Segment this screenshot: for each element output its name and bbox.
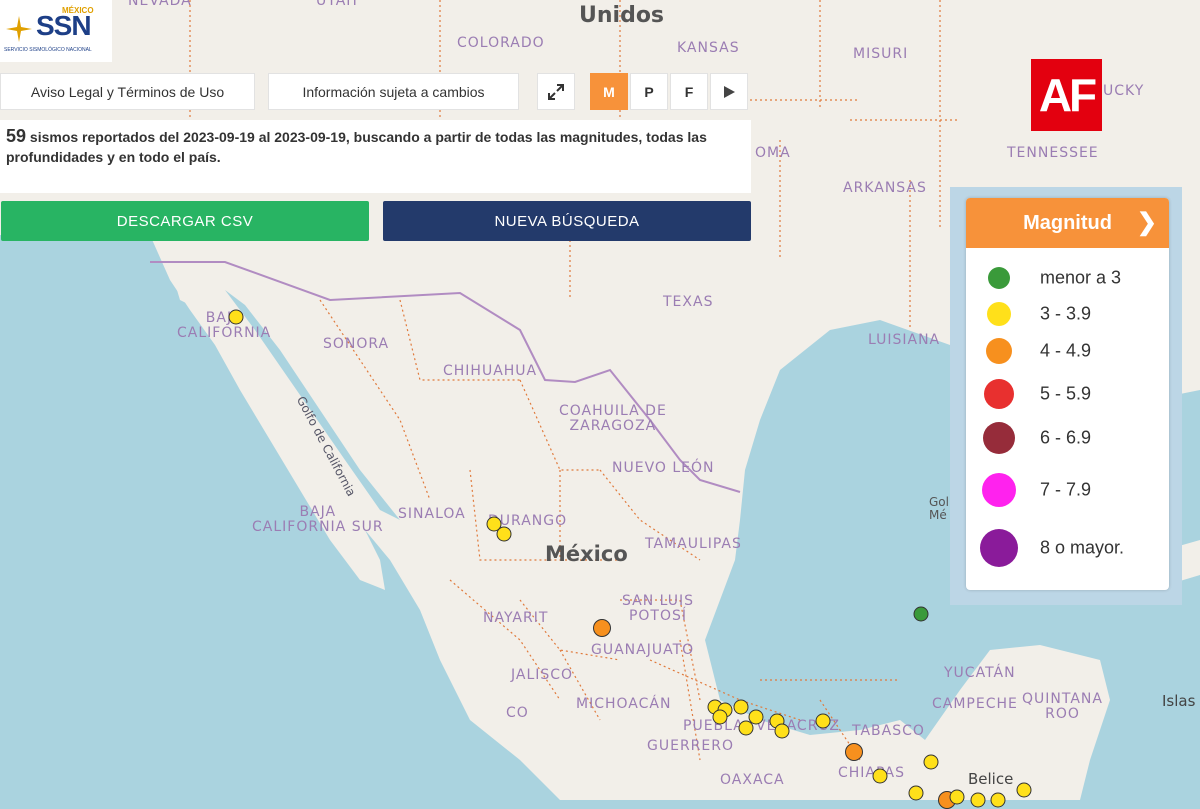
quake-count: 59 <box>6 126 27 146</box>
summary-text: sismos reportados del 2023-09-19 al 2023… <box>6 129 707 165</box>
quake-marker[interactable] <box>872 768 888 784</box>
star-logo-icon <box>6 16 32 42</box>
label-arkansas: ARKANSAS <box>843 180 927 196</box>
quake-marker[interactable] <box>970 792 986 808</box>
label-nevada: NEVADA <box>128 0 192 9</box>
label-sonora: SONORA <box>323 336 390 352</box>
download-csv-button[interactable]: DESCARGAR CSV <box>1 201 369 241</box>
legend-label: 7 - 7.9 <box>1040 479 1092 500</box>
label-nuevo-leon: NUEVO LEÓN <box>612 460 715 476</box>
quake-marker[interactable] <box>733 699 749 715</box>
label-michoacan: MICHOACÁN <box>576 696 672 712</box>
label-bcs: BAJA CALIFORNIA SUR <box>252 504 384 536</box>
quake-marker[interactable] <box>908 785 924 801</box>
expand-button[interactable] <box>537 73 575 110</box>
legend-label: 4 - 4.9 <box>1040 340 1092 361</box>
legend-label: 3 - 3.9 <box>1040 303 1092 324</box>
legend-dot-icon <box>983 422 1015 454</box>
label-tamaulipas: TAMAULIPAS <box>645 536 742 552</box>
label-guanajuato: GUANAJUATO <box>591 642 695 658</box>
quake-marker[interactable] <box>845 742 863 761</box>
label-coahuila: COAHUILA DE ZARAGOZA <box>559 403 667 435</box>
label-misuri: MISURI <box>853 46 909 62</box>
play-icon <box>724 85 735 98</box>
label-kansas: KANSAS <box>677 40 740 56</box>
legend-label: 8 o mayor. <box>1040 537 1125 558</box>
legend-dot-icon <box>986 338 1012 364</box>
label-kentucky: UCKY <box>1103 83 1145 99</box>
quake-marker[interactable] <box>712 709 728 725</box>
mode-m-button[interactable]: M <box>590 73 628 110</box>
logo-name: SSN <box>36 10 92 41</box>
label-baja-california: BAJA CALIFORNIA <box>177 310 272 342</box>
quake-marker[interactable] <box>496 526 512 542</box>
play-button[interactable] <box>710 73 748 110</box>
label-luisiana: LUISIANA <box>868 332 941 348</box>
quake-marker[interactable] <box>774 723 790 739</box>
label-texas: TEXAS <box>663 294 714 310</box>
label-oaxaca: OAXACA <box>720 772 785 788</box>
quake-marker[interactable] <box>738 720 754 736</box>
legal-terms-button[interactable]: Aviso Legal y Términos de Uso <box>0 73 255 110</box>
legend-dot-icon <box>982 473 1016 507</box>
label-colima: CO <box>506 705 529 721</box>
quake-marker[interactable] <box>949 789 965 805</box>
label-chihuahua: CHIHUAHUA <box>443 363 538 379</box>
quake-marker[interactable] <box>923 754 939 770</box>
label-sinaloa: SINALOA <box>398 506 466 522</box>
af-badge: AF <box>1031 59 1102 131</box>
mode-f-button[interactable]: F <box>670 73 708 110</box>
label-colorado: COLORADO <box>457 35 545 51</box>
label-slp: SAN LUIS POTOSÍ <box>622 593 695 625</box>
quake-marker[interactable] <box>913 606 929 622</box>
label-quintana-roo: QUINTANA ROO <box>1022 691 1103 723</box>
legend-dot-icon <box>987 302 1011 326</box>
label-golfo-mexico: Gol Mé <box>929 495 949 523</box>
new-search-button[interactable]: NUEVA BÚSQUEDA <box>383 201 751 241</box>
quake-marker[interactable] <box>1016 782 1032 798</box>
legend-label: menor a 3 <box>1040 267 1122 288</box>
label-belice: Belice <box>968 770 1014 788</box>
logo-subtitle: SERVICIO SISMOLÓGICO NACIONAL <box>4 47 92 53</box>
label-campeche: CAMPECHE <box>932 696 1018 712</box>
label-jalisco: JALISCO <box>511 667 574 683</box>
quake-marker[interactable] <box>228 309 244 325</box>
expand-icon <box>548 83 564 100</box>
label-yucatan: YUCATÁN <box>944 665 1016 681</box>
legend-dot-icon <box>980 529 1018 567</box>
label-islas: Islas <box>1162 692 1196 710</box>
label-utah: UTAH <box>316 0 358 9</box>
legend-label: 6 - 6.9 <box>1040 427 1092 448</box>
label-mexico: México <box>545 542 628 566</box>
mode-p-button[interactable]: P <box>630 73 668 110</box>
label-unidos: Unidos <box>579 3 665 28</box>
search-summary: 59 sismos reportados del 2023-09-19 al 2… <box>0 120 751 193</box>
label-tabasco: TABASCO <box>852 723 925 739</box>
label-oklahoma: OMA <box>755 145 791 161</box>
legend-item: 8 o mayor. <box>966 198 1169 567</box>
legend-dot-icon <box>988 267 1010 289</box>
quake-marker[interactable] <box>990 792 1006 808</box>
quake-marker[interactable] <box>815 713 831 729</box>
label-guerrero: GUERRERO <box>647 738 734 754</box>
info-changes-button[interactable]: Información sujeta a cambios <box>268 73 519 110</box>
legend-dot-icon <box>984 379 1014 409</box>
label-nayarit: NAYARIT <box>483 610 549 626</box>
magnitude-legend: Magnitud ❯ menor a 33 - 3.9 4 - 4.9 5 - 5.… <box>966 198 1169 590</box>
ssn-logo[interactable]: MÉXICO SSN SERVICIO SISMOLÓGICO NACIONAL <box>0 0 112 62</box>
label-tennessee: TENNESSEE <box>1007 145 1099 161</box>
legend-label: 5 - 5.9 <box>1040 383 1092 404</box>
quake-marker[interactable] <box>592 618 611 637</box>
